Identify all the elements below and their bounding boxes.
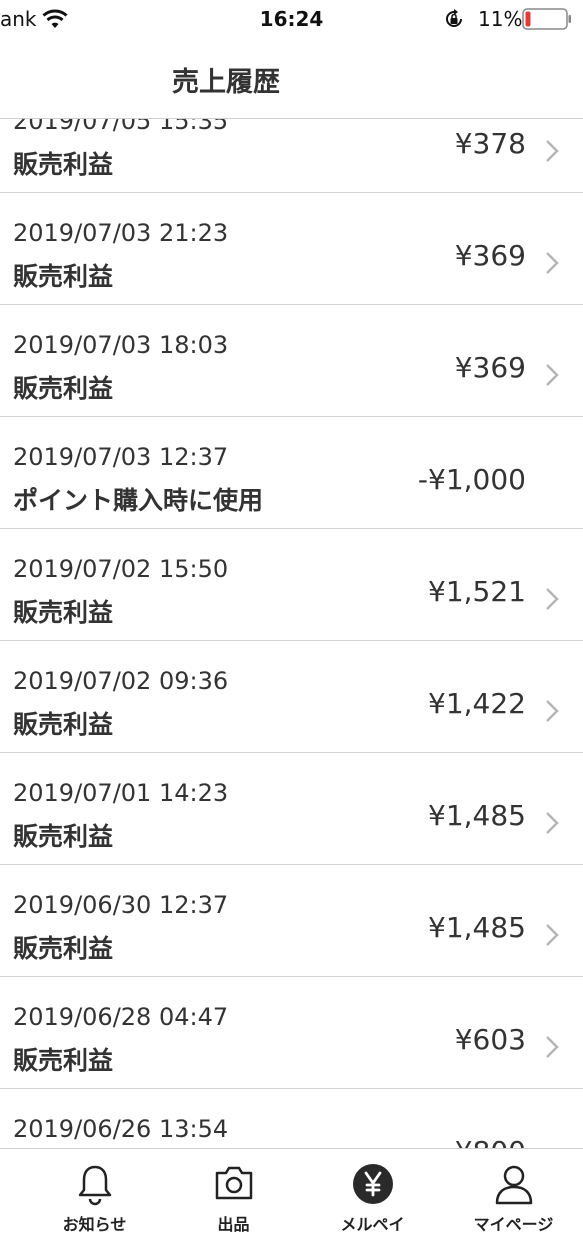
sales-history-list[interactable]: 2019/07/05 15:35 販売利益 ¥378 2019/07/03 21… [0, 119, 583, 1148]
row-date: 2019/06/26 13:54 [13, 1115, 229, 1143]
bell-icon [78, 1165, 111, 1206]
yen-circle-icon [352, 1164, 393, 1204]
list-item[interactable]: 2019/07/03 18:03 販売利益 ¥369 [0, 305, 583, 417]
row-amount: -¥1,000 [417, 463, 526, 496]
row-date: 2019/07/02 15:50 [13, 555, 229, 583]
row-amount: ¥1,485 [428, 799, 526, 832]
row-amount: ¥378 [454, 127, 526, 160]
tab-merpay[interactable]: メルペイ [300, 1149, 445, 1241]
rotation-lock-icon [446, 9, 462, 27]
row-date: 2019/06/28 04:47 [13, 1003, 229, 1031]
list-item[interactable]: 2019/07/02 15:50 販売利益 ¥1,521 [0, 529, 583, 641]
battery-icon [522, 8, 571, 30]
list-item: 2019/07/03 12:37 ポイント購入時に使用 -¥1,000 [0, 417, 583, 529]
chevron-right-icon [546, 588, 559, 610]
row-date: 2019/07/03 18:03 [13, 331, 229, 359]
row-description: 販売利益 [13, 374, 114, 403]
row-date: 2019/07/02 09:36 [13, 667, 229, 695]
tab-notifications[interactable]: お知らせ [22, 1149, 167, 1241]
row-date: 2019/07/01 14:23 [13, 779, 229, 807]
row-amount: ¥1,521 [428, 575, 526, 608]
row-amount: -¥800 [445, 1135, 526, 1148]
tab-mypage[interactable]: マイページ [441, 1149, 583, 1241]
list-item[interactable]: 2019/07/05 15:35 販売利益 ¥378 [0, 119, 583, 193]
list-item[interactable]: 2019/07/01 14:23 販売利益 ¥1,485 [0, 753, 583, 865]
page-title: 売上履歴 [172, 67, 280, 98]
row-description: 販売利益 [13, 150, 114, 179]
row-date: 2019/07/05 15:35 [13, 119, 229, 135]
camera-icon [215, 1166, 252, 1200]
row-amount: ¥1,485 [428, 911, 526, 944]
tab-sell[interactable]: 出品 [161, 1149, 306, 1241]
chevron-right-icon [546, 924, 559, 946]
list-item[interactable]: 2019/07/02 09:36 販売利益 ¥1,422 [0, 641, 583, 753]
chevron-right-icon [546, 700, 559, 722]
row-description: 販売利益 [13, 934, 114, 963]
list-item[interactable]: 2019/06/30 12:37 販売利益 ¥1,485 [0, 865, 583, 977]
row-amount: ¥1,422 [428, 687, 526, 720]
row-amount: ¥369 [454, 239, 526, 272]
chevron-right-icon [546, 1036, 559, 1058]
row-date: 2019/06/30 12:37 [13, 891, 229, 919]
tab-label: マイページ [473, 1215, 554, 1234]
row-description: 販売利益 [13, 598, 114, 627]
row-amount: ¥369 [454, 351, 526, 384]
row-description: 販売利益 [13, 822, 114, 851]
row-date: 2019/07/03 12:37 [13, 443, 229, 471]
row-date: 2019/07/03 21:23 [13, 219, 229, 247]
tab-bar: お知らせ 出品 メルペイ マイページ [0, 1148, 583, 1241]
list-item: 2019/06/26 13:54 -¥800 [0, 1089, 583, 1148]
row-description: 販売利益 [13, 710, 114, 739]
status-bar: ank 16:24 11% [0, 0, 583, 40]
tab-label: 出品 [217, 1215, 250, 1234]
chevron-right-icon [546, 364, 559, 386]
tab-label: お知らせ [62, 1215, 127, 1234]
nav-bar: 売上履歴 [0, 40, 583, 119]
chevron-right-icon [546, 140, 559, 162]
row-description: 販売利益 [13, 262, 114, 291]
row-amount: ¥603 [454, 1023, 526, 1056]
list-item[interactable]: 2019/07/03 21:23 販売利益 ¥369 [0, 193, 583, 305]
tab-label: メルペイ [340, 1215, 405, 1234]
chevron-right-icon [546, 812, 559, 834]
person-icon [495, 1165, 532, 1205]
chevron-right-icon [546, 252, 559, 274]
list-item[interactable]: 2019/06/28 04:47 販売利益 ¥603 [0, 977, 583, 1089]
row-description: 販売利益 [13, 1046, 114, 1075]
row-description: ポイント購入時に使用 [13, 486, 264, 515]
battery-percent: 11% [478, 7, 523, 31]
